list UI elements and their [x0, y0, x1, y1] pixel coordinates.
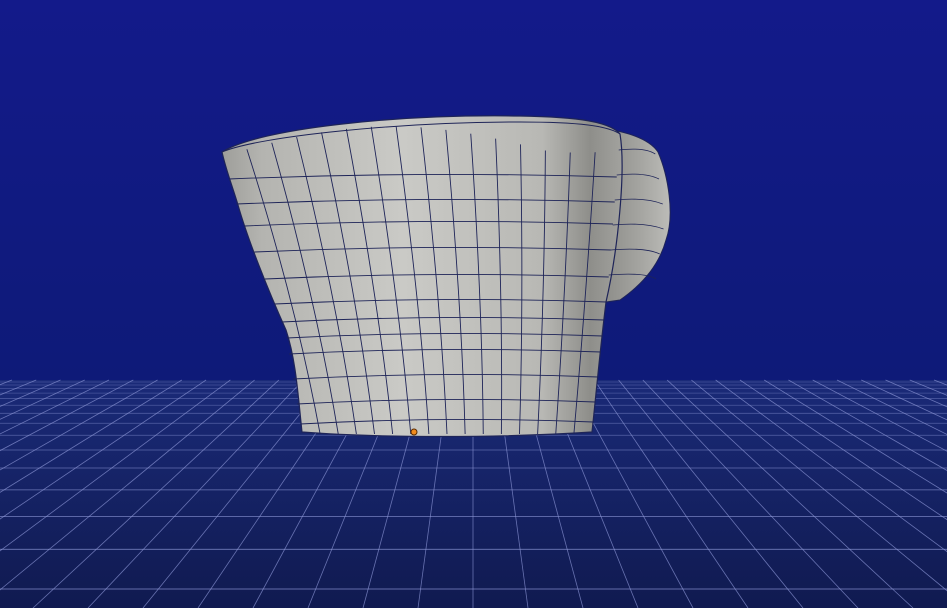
viewport-canvas[interactable]	[0, 0, 947, 608]
object-origin-marker[interactable]	[410, 428, 418, 436]
3d-viewport[interactable]	[0, 0, 947, 608]
